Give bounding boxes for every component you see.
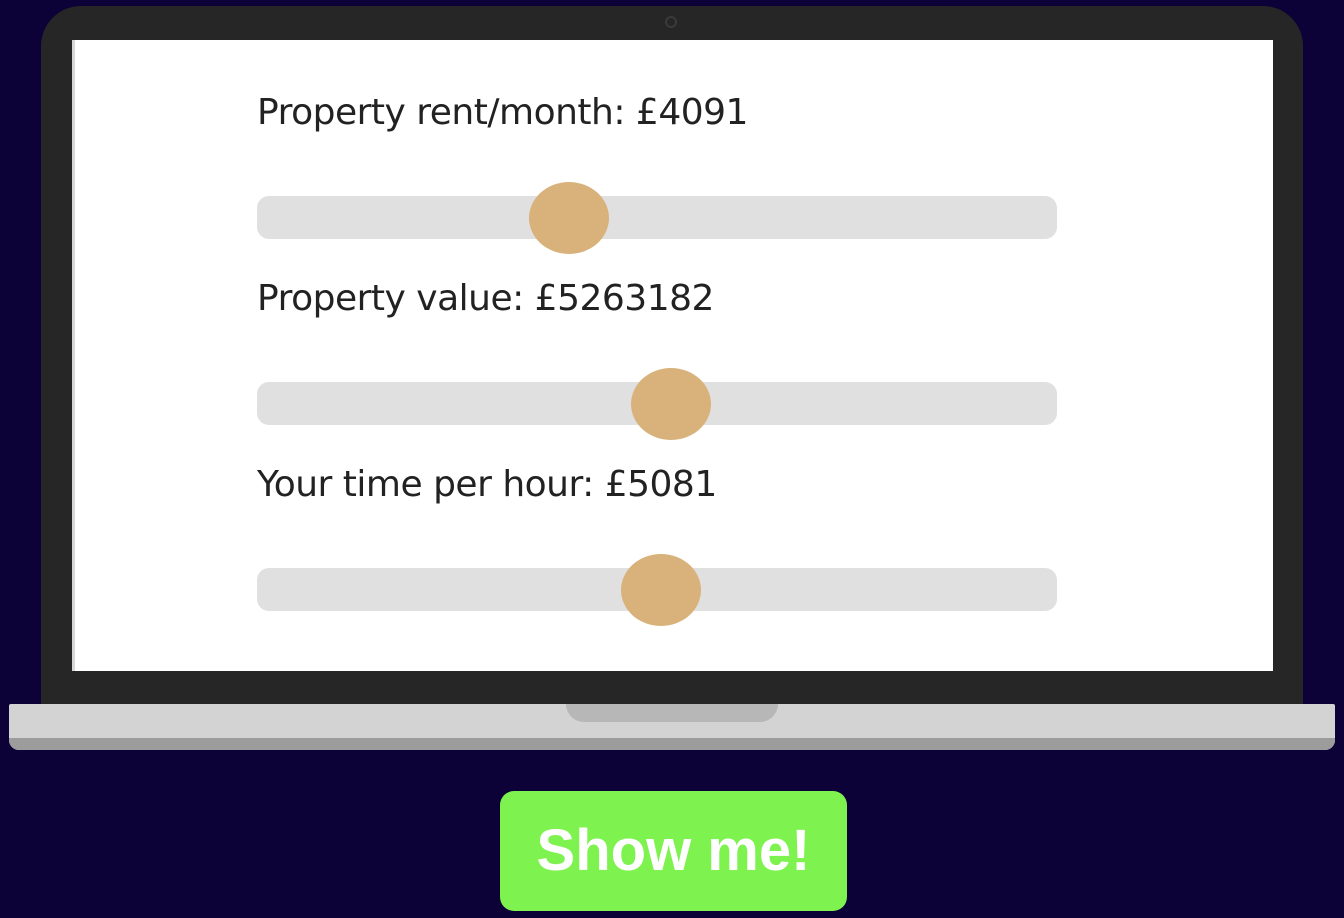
show-me-button[interactable]: Show me! bbox=[500, 791, 847, 911]
laptop-screen: Property rent/month: £4091 Property valu… bbox=[72, 40, 1273, 671]
value-slider-thumb[interactable] bbox=[631, 368, 712, 440]
laptop-lid: Property rent/month: £4091 Property valu… bbox=[41, 6, 1303, 718]
rent-slider-thumb[interactable] bbox=[529, 182, 609, 254]
laptop-base bbox=[9, 704, 1335, 750]
rent-label: Property rent/month: £4091 bbox=[257, 92, 748, 133]
camera-icon bbox=[665, 16, 677, 28]
page: Property rent/month: £4091 Property valu… bbox=[0, 0, 1344, 918]
laptop-base-shadow bbox=[9, 738, 1335, 750]
value-label: Property value: £5263182 bbox=[257, 278, 714, 319]
rent-slider-track[interactable] bbox=[257, 182, 1057, 254]
time-label: Your time per hour: £5081 bbox=[257, 464, 717, 505]
time-slider-thumb[interactable] bbox=[621, 554, 701, 626]
time-slider-track[interactable] bbox=[257, 554, 1057, 626]
value-slider-track[interactable] bbox=[257, 368, 1057, 440]
laptop-base-notch bbox=[566, 704, 778, 722]
